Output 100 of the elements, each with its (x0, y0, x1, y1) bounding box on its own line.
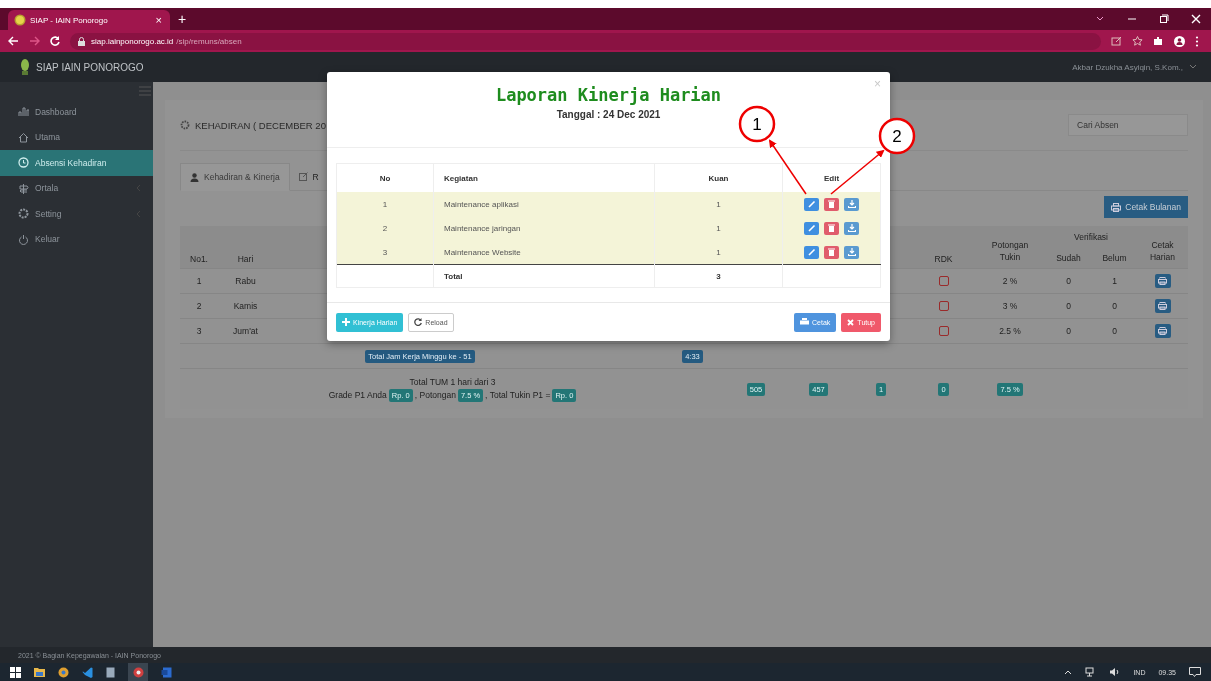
delete-button[interactable] (824, 197, 839, 211)
notification-icon[interactable] (1189, 666, 1201, 678)
download-icon (847, 200, 856, 208)
close-icon[interactable] (1191, 14, 1201, 24)
sidebar-item[interactable]: Absensi Kehadiran (0, 150, 153, 176)
table-cell: 2.5 % (999, 326, 1021, 336)
download-button[interactable] (844, 245, 859, 259)
url-host: siap.iainponorogo.ac.id (91, 36, 174, 46)
column-header: No1. (190, 254, 208, 264)
star-icon[interactable] (1132, 36, 1143, 46)
table-cell: 2 (382, 223, 388, 233)
table-cell: 3 (196, 326, 202, 336)
sidebar-item[interactable]: Dashboard (0, 99, 153, 125)
download-button[interactable] (844, 197, 859, 211)
menu-icon[interactable] (1195, 35, 1199, 47)
lock-icon (78, 36, 85, 46)
column-header: Potongan Tukin (990, 240, 1030, 264)
tab-close-button[interactable]: × (155, 14, 162, 26)
rdk-checkbox[interactable] (938, 301, 949, 312)
share-icon[interactable] (1111, 36, 1122, 46)
home-icon (18, 131, 29, 143)
plus-icon (342, 318, 350, 326)
edit-button[interactable] (804, 221, 819, 235)
printer-icon (1158, 302, 1167, 310)
chevron-up-icon[interactable] (1064, 669, 1073, 675)
tab[interactable]: R (289, 163, 328, 190)
chevron-left-icon (136, 209, 141, 218)
brand-name: SIAP IAIN PONOROGO (36, 61, 144, 73)
puzzle-icon[interactable] (1153, 36, 1164, 46)
print-button[interactable] (1154, 274, 1171, 288)
word-icon[interactable] (161, 666, 172, 678)
network-icon[interactable] (1085, 667, 1097, 677)
printer-icon (1158, 327, 1167, 335)
sidebar-item[interactable]: Ortala (0, 175, 153, 201)
printer-icon (1158, 277, 1167, 285)
table-cell: 1 (196, 276, 202, 286)
table-cell: 0 (1112, 326, 1117, 336)
pencil-icon (807, 248, 816, 256)
table-cell: 3 (382, 247, 388, 257)
rdk-checkbox[interactable] (938, 326, 949, 337)
callout-marker: 2 (878, 117, 916, 155)
profile-icon[interactable] (1174, 35, 1185, 47)
browser-tab[interactable]: SIAP - IAIN Ponorogo × (8, 10, 170, 30)
table-cell: 3 % (1002, 301, 1018, 311)
edit-icon (298, 172, 308, 181)
callout-marker: 1 (738, 105, 776, 143)
new-tab-button[interactable]: + (178, 12, 187, 26)
column-header: Hari (237, 254, 254, 264)
delete-button[interactable] (824, 245, 839, 259)
dialog-subtitle: Tanggal : 24 Dec 2021 (556, 109, 661, 120)
column-header: Belum (1102, 252, 1127, 263)
reload-icon[interactable] (50, 36, 60, 46)
start-icon[interactable] (10, 666, 21, 678)
code-editor-icon[interactable] (82, 666, 93, 678)
delete-button[interactable] (824, 221, 839, 235)
table-cell: Maintenance jaringan (444, 223, 521, 233)
pencil-icon (807, 200, 816, 208)
restore-icon[interactable] (1159, 14, 1169, 24)
summary-label: Grade P1 Anda (328, 390, 387, 400)
clock-icon (18, 157, 29, 169)
print-button[interactable] (1154, 324, 1171, 338)
document-icon[interactable] (106, 666, 115, 678)
chevron-down-icon[interactable] (1189, 64, 1197, 70)
address-bar[interactable]: siap.iainponorogo.ac.id /sip/remuns/absen (70, 32, 1101, 50)
table-cell: 0 (1066, 301, 1071, 311)
user-name[interactable]: Akbar Dzukha Asyiqin, S.Kom., (1072, 62, 1183, 72)
rdk-checkbox[interactable] (938, 276, 949, 287)
print-button[interactable] (1154, 299, 1171, 313)
search-field[interactable]: Cari Absen (1068, 114, 1188, 136)
column-header: Kuan (708, 173, 729, 183)
back-icon[interactable] (8, 36, 19, 46)
printer-icon (800, 318, 810, 326)
browser-icon[interactable] (132, 666, 144, 678)
sidebar-item[interactable]: Utama (0, 124, 153, 150)
summary-label: , Potongan (414, 390, 456, 400)
sidebar-item[interactable]: Keluar (0, 226, 153, 252)
total-label: Total (444, 271, 463, 281)
logo-icon (20, 58, 30, 76)
table-cell: 0 (1112, 301, 1117, 311)
table-cell: 1 (716, 199, 721, 209)
edit-button[interactable] (804, 245, 819, 259)
table-cell: 0 (1066, 326, 1071, 336)
browser-icon[interactable] (58, 666, 69, 678)
print-monthly-button[interactable]: Cetak Bulanan (1104, 196, 1188, 218)
table-cell: 1 (382, 199, 388, 209)
table-cell: 1 (716, 223, 721, 233)
pencil-icon (807, 224, 816, 232)
power-icon (18, 233, 29, 245)
sidebar-item[interactable]: Setting (0, 201, 153, 227)
total-value: 3 (716, 271, 721, 281)
download-button[interactable] (844, 221, 859, 235)
table-cell: Rabu (235, 276, 256, 286)
column-header: Edit (823, 173, 840, 183)
printer-icon (1111, 202, 1122, 212)
column-header: RDK (934, 254, 953, 264)
folder-icon[interactable] (34, 667, 45, 677)
speaker-icon[interactable] (1109, 667, 1121, 677)
summary-text: Total TUM 1 hari dari 3 (409, 376, 496, 387)
tab[interactable]: Kehadiran & Kinerja (180, 163, 290, 191)
edit-button[interactable] (804, 197, 819, 211)
